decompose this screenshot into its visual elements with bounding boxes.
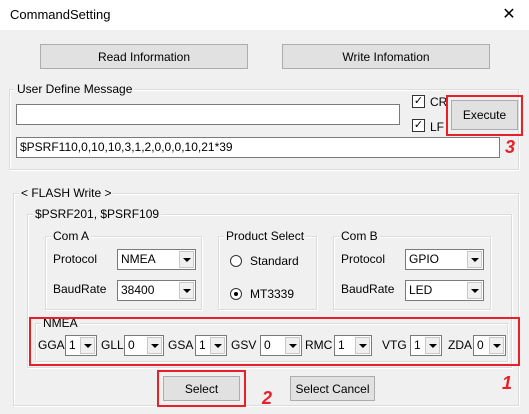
nmea-field-label: RMC [305,338,333,352]
gsv-rate-select[interactable]: 0 [260,335,302,356]
com-b-baudrate-value: LED [409,283,433,297]
radio-standard-label: Standard [250,254,299,268]
cr-label: CR [430,95,448,109]
chevron-down-icon [210,337,225,354]
com-a-protocol-select[interactable]: NMEA [117,249,196,270]
com-b-protocol-label: Protocol [341,252,386,266]
chevron-down-icon [285,337,300,354]
chevron-down-icon [147,337,162,354]
nmea-field-value: 1 [199,338,206,352]
product-select-label: Product Select [224,229,307,243]
lf-label: LF [430,120,445,134]
com-a-protocol-label: Protocol [53,252,98,266]
nmea-field-label: VTG [382,338,407,352]
read-information-button[interactable]: Read Information [40,44,248,69]
nmea-field-value: 0 [477,338,484,352]
highlight-box-select [157,370,246,407]
gll-rate-select[interactable]: 0 [124,335,164,356]
lf-checkbox[interactable]: ✓ [412,119,425,132]
com-a-baudrate-value: 38400 [121,283,155,297]
annotation-number-1: 1 [502,373,513,393]
highlight-box-execute [446,95,523,136]
com-a-label: Com A [51,229,92,243]
chevron-down-icon [80,337,95,354]
gga-rate-select[interactable]: 1 [65,335,97,356]
chevron-down-icon [179,251,194,268]
annotation-number-2: 2 [262,388,273,408]
chevron-down-icon [425,337,440,354]
nmea-field-label: GGA [38,338,65,352]
close-button[interactable]: ✕ [499,4,519,26]
cr-checkbox[interactable]: ✓ [412,95,425,108]
com-b-label: Com B [339,229,380,243]
rmc-rate-select[interactable]: 1 [334,335,372,356]
psrf-group-label: $PSRF201, $PSRF109 [33,207,162,221]
com-a-protocol-value: NMEA [121,252,156,266]
vtg-rate-select[interactable]: 1 [410,335,442,356]
chevron-down-icon [355,337,370,354]
nmea-field-label: GSA [168,338,194,352]
com-b-baudrate-select[interactable]: LED [405,280,484,301]
message-field[interactable]: $PSRF110,0,10,10,3,1,2,0,0,0,10,21*39 [16,137,500,158]
zda-rate-select[interactable]: 0 [473,335,506,356]
annotation-number-3: 3 [505,137,516,157]
com-a-baudrate-label: BaudRate [53,282,107,296]
com-b-baudrate-label: BaudRate [341,282,395,296]
select-cancel-button[interactable]: Select Cancel [290,376,375,401]
chevron-down-icon [467,282,482,299]
radio-standard[interactable] [230,255,242,267]
nmea-field-value: 0 [128,338,135,352]
com-b-protocol-value: GPIO [409,252,440,266]
gsa-rate-select[interactable]: 1 [195,335,227,356]
chevron-down-icon [467,251,482,268]
write-information-button[interactable]: Write Infomation [282,44,490,69]
nmea-field-label: GSV [231,338,257,352]
nmea-field-value: 1 [338,338,345,352]
radio-mt3339[interactable] [230,288,242,300]
nmea-field-value: 1 [69,338,76,352]
nmea-field-value: 1 [414,338,421,352]
user-message-input[interactable] [16,104,400,125]
window-title: CommandSetting [10,7,111,22]
com-b-protocol-select[interactable]: GPIO [405,249,484,270]
chevron-down-icon [489,337,504,354]
nmea-field-label: ZDA [448,338,472,352]
com-a-baudrate-select[interactable]: 38400 [117,280,196,301]
chevron-down-icon [179,282,194,299]
radio-mt3339-label: MT3339 [250,287,295,301]
nmea-field-value: 0 [264,338,271,352]
flash-write-group-label: < FLASH Write > [19,186,114,200]
user-define-group-label: User Define Message [15,82,135,96]
nmea-field-label: GLL [101,338,124,352]
